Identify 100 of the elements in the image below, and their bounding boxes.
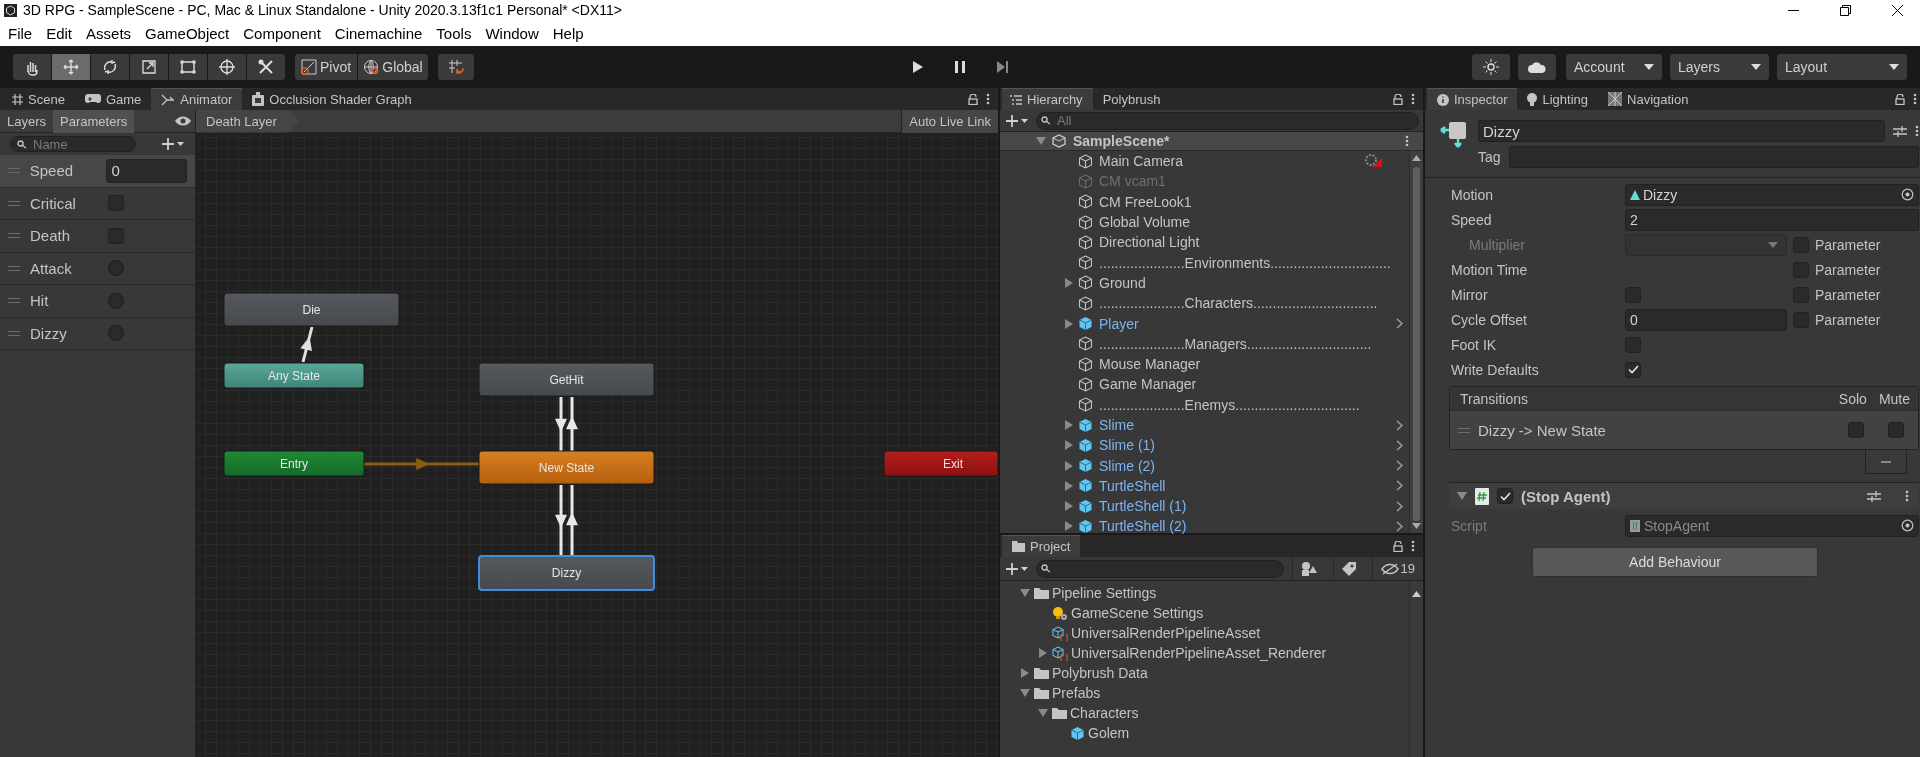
hierarchy-item[interactable]: Directional Light [1099,234,1200,251]
panel-tab[interactable]: Polybrush [1092,88,1171,110]
hierarchy-item[interactable]: Global Volume [1099,214,1191,231]
hierarchy-item[interactable]: Main Camera [1099,153,1184,170]
pivot-button[interactable]: Pivot [295,54,357,80]
chevron-icon[interactable] [1396,500,1403,512]
menu-item[interactable]: Cinemachine [327,24,430,42]
eye-icon[interactable] [175,116,191,126]
drag-handle-icon[interactable] [8,265,20,271]
transition-arrow[interactable] [566,485,578,555]
drag-handle-icon[interactable] [8,298,20,304]
more-icon[interactable] [1915,125,1919,137]
tool-button[interactable] [130,54,168,80]
project-item[interactable]: Characters [1070,705,1139,721]
cloud-button[interactable] [1518,54,1556,80]
chevron-icon[interactable] [1396,318,1403,329]
transition-arrow[interactable] [555,485,567,555]
collapsed-arrow-icon[interactable] [1065,277,1073,288]
panel-tab[interactable]: Lighting [1517,88,1599,110]
mute-checkbox[interactable] [1888,422,1904,438]
expanded-arrow-icon[interactable] [1020,689,1030,697]
chevron-icon[interactable] [1396,439,1403,451]
menu-item[interactable]: Window [478,24,546,42]
drag-handle-icon[interactable] [8,168,20,174]
collapsed-arrow-icon[interactable] [1065,318,1073,329]
scrollbar[interactable] [1409,581,1423,757]
panel-tab[interactable]: Occlusion Shader Graph [242,88,422,110]
global-button[interactable]: Global [358,54,428,80]
transition-arrow[interactable] [555,397,567,451]
add-icon[interactable] [162,138,184,150]
enabled-checkbox[interactable] [1497,488,1513,504]
preset-icon[interactable] [1867,489,1881,503]
state-node[interactable]: Exit [883,450,998,477]
transition-arrow[interactable] [300,326,314,363]
more-icon[interactable] [1411,540,1415,552]
transition-item[interactable]: Dizzy -> New State [1478,421,1606,439]
project-item[interactable]: Polybrush Data [1052,665,1148,681]
hierarchy-item[interactable]: ......................Environments............................... [1099,254,1391,271]
hierarchy-item[interactable]: ......................Enemys................................ [1099,396,1360,413]
dropdown[interactable]: Account [1566,54,1662,80]
lock-icon[interactable] [1393,93,1403,105]
lock-icon[interactable] [1393,540,1403,552]
add-behaviour-button[interactable]: Add Behaviour [1532,547,1818,577]
trigger-toggle[interactable] [108,325,124,342]
project-item[interactable]: Pipeline Settings [1052,585,1157,601]
collapsed-arrow-icon[interactable] [1065,420,1073,430]
more-icon[interactable] [1405,135,1409,147]
add-icon[interactable] [1006,114,1028,127]
expanded-arrow-icon[interactable] [1457,492,1467,500]
hierarchy-item[interactable]: Slime [1099,417,1134,433]
more-icon[interactable] [1913,93,1917,105]
drag-handle-icon[interactable] [1458,427,1470,433]
transition-arrow[interactable] [566,397,578,451]
scroll-up-icon[interactable] [1412,155,1421,161]
tool-button[interactable] [52,54,90,80]
object-field[interactable]: Dizzy [1625,183,1919,206]
tag-icon[interactable] [1341,561,1356,576]
expanded-arrow-icon[interactable] [1020,589,1030,597]
hierarchy-item[interactable]: Mouse Manager [1099,356,1201,373]
hidden-count-button[interactable]: 19 [1371,556,1423,581]
collapsed-arrow-icon[interactable] [1065,440,1073,451]
state-node[interactable]: GetHit [478,362,655,397]
state-node[interactable]: Dizzy [478,555,655,591]
panel-tab[interactable]: Hierarchy [1002,88,1093,110]
hierarchy-item[interactable]: TurtleShell (2) [1099,518,1187,535]
project-item[interactable]: Golem [1088,725,1130,741]
panel-tab[interactable]: Game [74,88,152,110]
collab-button[interactable] [1472,54,1510,80]
drag-handle-icon[interactable] [8,200,20,206]
hierarchy-item[interactable]: Player [1099,315,1139,332]
tool-button[interactable] [208,54,246,80]
number-field[interactable]: 0 [1625,308,1787,331]
drag-handle-icon[interactable] [8,330,20,336]
breadcrumb[interactable]: Death Layer [196,109,299,133]
collapsed-arrow-icon[interactable] [1065,480,1073,491]
scrollbar[interactable] [1409,151,1423,533]
project-item[interactable]: UniversalRenderPipelineAsset [1071,625,1261,641]
number-field[interactable]: 2 [1625,208,1919,231]
chevron-icon[interactable] [1396,460,1403,472]
trigger-toggle[interactable] [108,260,124,277]
panel-tab[interactable]: Parameters [53,109,135,133]
chevron-icon[interactable] [1396,521,1403,532]
panel-tab[interactable]: Layers [0,109,54,133]
trigger-toggle[interactable] [108,292,124,309]
hierarchy-item[interactable]: ......................Managers................................ [1099,335,1372,352]
more-icon[interactable] [1905,490,1909,502]
menu-item[interactable]: GameObject [138,24,237,42]
hierarchy-item[interactable]: Game Manager [1099,376,1197,393]
tool-button[interactable] [247,54,285,80]
scroll-down-icon[interactable] [1412,523,1421,529]
hierarchy-item[interactable]: ......................Characters................................ [1099,295,1378,312]
grid-snap-button[interactable] [438,54,474,80]
hierarchy-item[interactable]: Slime (2) [1099,457,1155,474]
script-field[interactable]: StopAgent [1625,514,1919,537]
tool-button[interactable] [13,54,51,80]
collapse-arrow-icon[interactable] [1036,137,1046,145]
drag-handle-icon[interactable] [8,233,20,239]
object-picker-icon[interactable] [1901,188,1914,201]
state-node[interactable]: Die [223,292,400,327]
hierarchy-item[interactable]: TurtleShell [1099,477,1166,494]
